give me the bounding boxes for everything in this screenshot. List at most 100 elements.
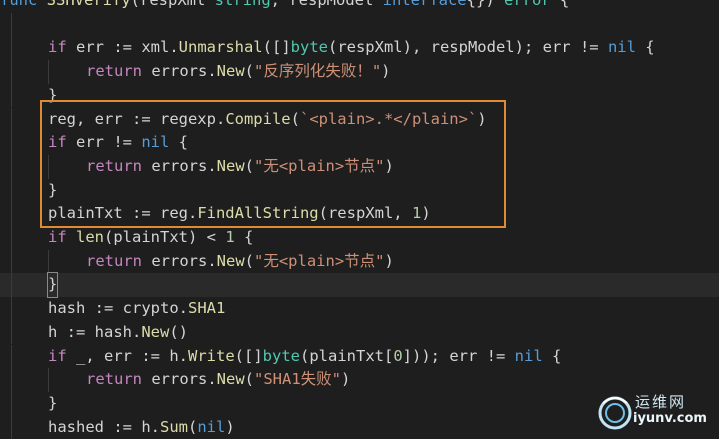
indent-guide (48, 249, 49, 274)
indent-guide (48, 60, 49, 84)
code-token: ) (421, 204, 431, 223)
indent-guide (11, 178, 12, 203)
code-token: "无<plain>节点" (254, 156, 385, 175)
code-token: (respXml, (318, 204, 412, 223)
code-token: "SHA1失败" (254, 370, 341, 389)
code-token: errors. (142, 156, 217, 175)
indent-guide (11, 391, 12, 416)
code-token: return (86, 62, 142, 81)
code-text: return errors.New("无<plain>节点") (86, 155, 394, 179)
code-token: return (86, 251, 142, 270)
code-line[interactable]: } (0, 272, 719, 299)
code-token: if (48, 38, 67, 57)
code-text: return errors.New("无<plain>节点") (86, 250, 394, 274)
code-line[interactable] (0, 12, 719, 37)
code-line[interactable]: reg, err := regexp.Compile(`<plain>.*</p… (0, 107, 719, 132)
code-text: func SSHVerify(respXml string, respModel… (0, 0, 569, 13)
code-line[interactable]: hash := crypto.SHA1 (0, 297, 719, 321)
code-token: New (216, 156, 245, 175)
code-line[interactable]: if err != nil { (0, 131, 719, 155)
code-line[interactable]: func SSHVerify(respXml string, respModel… (0, 0, 719, 13)
code-token: len (76, 228, 105, 246)
code-token: ) (381, 62, 391, 81)
code-text: } (48, 84, 57, 108)
code-token: Write (188, 346, 235, 365)
code-token: , respModel (270, 0, 383, 9)
code-token: 1 (411, 204, 422, 223)
code-token: { (542, 346, 562, 365)
code-text: h := hash.New() (48, 321, 188, 345)
code-token: ) (384, 251, 394, 270)
code-editor[interactable]: func SSHVerify(respXml string, respModel… (0, 0, 719, 439)
code-token: ([] (234, 346, 263, 365)
code-token: ( (187, 417, 198, 436)
code-text: hash := crypto.SHA1 (48, 297, 225, 321)
code-token: ) (384, 156, 394, 175)
code-token: ( (244, 370, 254, 389)
code-token: hash := crypto. (48, 299, 188, 318)
indent-guide (11, 12, 12, 37)
code-token: err := xml. (66, 38, 179, 57)
indent-guide (11, 83, 12, 108)
code-token: Compile (225, 109, 291, 128)
code-token: 0 (393, 346, 403, 365)
indent-guide (11, 320, 12, 345)
code-token: errors. (142, 370, 217, 389)
code-line[interactable]: if err := xml.Unmarshal([]byte(respXml),… (0, 36, 719, 61)
code-line[interactable]: return errors.New("无<plain>节点") (0, 249, 719, 274)
code-text: } (48, 179, 57, 203)
code-token: } (48, 180, 58, 199)
code-token: { (635, 38, 655, 57)
code-token: _, err := h. (66, 346, 188, 365)
code-token: } (46, 272, 59, 299)
code-token: ])); err != (402, 346, 515, 365)
code-token: {}) (466, 0, 504, 9)
watermark-title: 运维网 (635, 393, 687, 411)
code-token: nil (607, 38, 636, 57)
code-token: New (216, 62, 245, 81)
code-token: New (141, 322, 170, 341)
code-token: `<plain>.*</plain>` (299, 109, 478, 128)
code-token: if (48, 346, 67, 365)
code-token: ) (341, 370, 351, 389)
code-token: (plainTxt[ (300, 346, 394, 365)
code-token: nil (197, 417, 226, 436)
indent-guide (11, 131, 12, 155)
code-line[interactable]: if len(plainTxt) < 1 { (0, 226, 719, 250)
indent-guide (11, 344, 12, 369)
code-token: errors. (142, 251, 217, 270)
code-text: } (46, 272, 59, 299)
code-text: plainTxt := reg.FindAllString(respXml, 1… (48, 202, 431, 226)
code-token: 1 (225, 228, 235, 246)
code-token: ) (477, 109, 487, 128)
code-text: } (48, 392, 57, 416)
code-line[interactable]: } (0, 178, 719, 203)
code-token: ( (244, 251, 254, 270)
code-token: interface (382, 0, 467, 9)
code-token: string (214, 0, 271, 9)
code-token: () (169, 322, 188, 341)
code-token: if (48, 133, 67, 152)
code-token: plainTxt := reg. (48, 204, 198, 223)
code-token: ( (244, 62, 254, 81)
code-token: byte (290, 38, 328, 57)
indent-guide (11, 249, 12, 274)
code-token: } (48, 393, 58, 412)
code-token: SSHVerify (46, 0, 131, 9)
code-token: ([] (262, 38, 291, 57)
code-line[interactable]: plainTxt := reg.FindAllString(respXml, 1… (0, 202, 719, 226)
code-text: if err := xml.Unmarshal([]byte(respXml),… (48, 36, 655, 60)
code-line[interactable]: h := hash.New() (0, 320, 719, 345)
indent-guide (11, 36, 12, 61)
code-token: Sum (159, 417, 188, 436)
code-text: reg, err := regexp.Compile(`<plain>.*</p… (48, 108, 487, 132)
code-token: reg, err := regexp. (48, 109, 226, 128)
indent-guide (48, 154, 49, 179)
code-line[interactable]: return errors.New("无<plain>节点") (0, 154, 719, 179)
code-line[interactable]: } (0, 83, 719, 108)
indent-guide (11, 368, 12, 392)
code-line[interactable]: if _, err := h.Write([]byte(plainTxt[0])… (0, 344, 719, 369)
code-line[interactable]: return errors.New("反序列化失败！") (0, 60, 719, 84)
code-text: if _, err := h.Write([]byte(plainTxt[0])… (48, 345, 561, 369)
